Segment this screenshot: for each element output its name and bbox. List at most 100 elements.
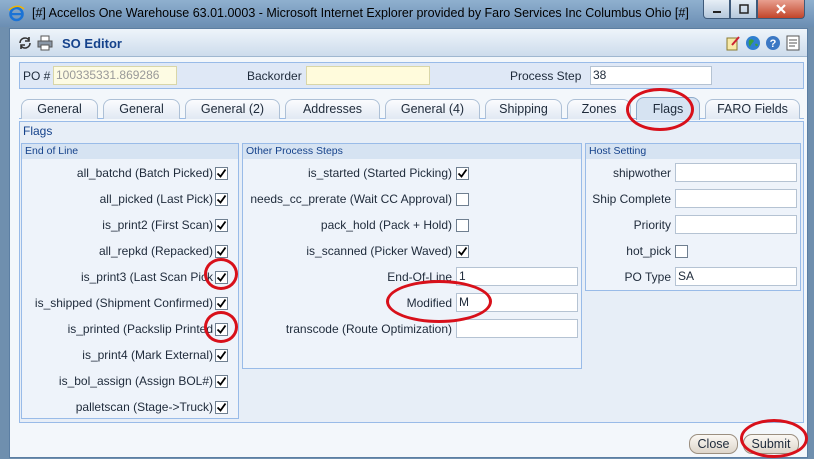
end-of-line-field[interactable]: 1: [456, 267, 578, 286]
eol-label-all-repkd: all_repkd (Repacked): [98, 244, 213, 258]
end-of-line-title: End of Line: [22, 144, 238, 159]
checkmark-icon: [216, 272, 227, 282]
checkmark-icon: [457, 246, 468, 256]
maximize-button[interactable]: [730, 0, 757, 19]
svg-text:?: ?: [770, 38, 777, 50]
document-list-icon[interactable]: [785, 35, 801, 51]
tab-general-1[interactable]: General: [21, 99, 98, 119]
tab-flags[interactable]: Flags: [636, 97, 700, 120]
checkmark-icon: [216, 168, 227, 178]
po-number-field[interactable]: 100335331.869286: [53, 66, 177, 85]
print-icon[interactable]: [37, 35, 53, 51]
flags-panel-title: Flags: [23, 124, 53, 138]
eol-checkbox-all-repkd[interactable]: [215, 245, 228, 258]
tab-bar: General General General (2) Addresses Ge…: [19, 91, 804, 120]
submit-button[interactable]: Submit: [743, 434, 799, 454]
checkmark-icon: [216, 298, 227, 308]
eol-label-is-printed: is_printed (Packslip Printed: [67, 322, 213, 336]
refresh-icon[interactable]: [17, 35, 33, 51]
ops-label-pack-hold: pack_hold (Pack + Hold): [320, 218, 452, 232]
eol-checkbox-all-batchd[interactable]: [215, 167, 228, 180]
tab-addresses[interactable]: Addresses: [285, 99, 380, 119]
eol-label-palletscan: palletscan (Stage->Truck): [75, 400, 213, 414]
checkmark-icon: [216, 220, 227, 230]
ops-checkbox-is-scanned[interactable]: [456, 245, 469, 258]
help-icon[interactable]: ?: [765, 35, 781, 51]
ops-checkbox-pack-hold[interactable]: [456, 219, 469, 232]
edit-notes-icon[interactable]: [725, 35, 741, 51]
close-window-button[interactable]: [757, 0, 805, 19]
eol-label-is-print4: is_print4 (Mark External): [82, 348, 213, 362]
shipwother-field[interactable]: [675, 163, 797, 182]
eol-label-all-picked: all_picked (Last Pick): [99, 192, 213, 206]
po-type-field[interactable]: SA: [675, 267, 797, 286]
shipwother-label: shipwother: [612, 166, 671, 180]
po-number-label: PO #: [23, 69, 51, 83]
end-of-line-fieldset: End of Line all_batchd (Batch Picked) al…: [21, 143, 239, 419]
eol-checkbox-is-shipped[interactable]: [215, 297, 228, 310]
process-step-label: Process Step: [510, 69, 582, 83]
eol-checkbox-is-print3[interactable]: [215, 271, 228, 284]
hot-pick-checkbox[interactable]: [675, 245, 688, 258]
ops-label-transcode: transcode (Route Optimization): [285, 322, 452, 336]
tab-general-4[interactable]: General (4): [385, 99, 480, 119]
flags-panel: Flags End of Line all_batchd (Batch Pick…: [19, 121, 804, 423]
eol-checkbox-is-printed[interactable]: [215, 323, 228, 336]
minimize-icon: [712, 11, 721, 13]
ops-label-is-scanned: is_scanned (Picker Waved): [306, 244, 452, 258]
internet-explorer-icon: [8, 5, 25, 22]
order-header-row: PO # 100335331.869286 Backorder Process …: [19, 62, 804, 89]
checkmark-icon: [216, 376, 227, 386]
dialog-title: SO Editor: [62, 36, 122, 51]
ops-checkbox-needs-cc-prerate[interactable]: [456, 193, 469, 206]
checkmark-icon: [216, 246, 227, 256]
checkmark-icon: [457, 168, 468, 178]
tab-shipping[interactable]: Shipping: [485, 99, 562, 119]
dialog-header: SO Editor ?: [10, 29, 807, 57]
browser-window-title: [#] Accellos One Warehouse 63.01.0003 - …: [32, 6, 689, 20]
close-icon: [776, 4, 786, 14]
modified-field[interactable]: M: [456, 293, 578, 312]
tab-zones[interactable]: Zones: [567, 99, 631, 119]
backorder-label: Backorder: [247, 69, 302, 83]
eol-label-is-print2: is_print2 (First Scan): [102, 218, 213, 232]
other-process-steps-title: Other Process Steps: [243, 144, 581, 159]
browser-title-bar: [#] Accellos One Warehouse 63.01.0003 - …: [0, 0, 814, 27]
tab-general-3[interactable]: General (2): [185, 99, 280, 119]
checkmark-icon: [216, 402, 227, 412]
ops-label-is-started: is_started (Started Picking): [307, 166, 452, 180]
restore-icon: [738, 4, 749, 14]
host-setting-fieldset: Host Setting shipwother Ship Complete Pr…: [585, 143, 801, 291]
tab-faro-fields[interactable]: FARO Fields: [705, 99, 800, 119]
priority-field[interactable]: [675, 215, 797, 234]
eol-checkbox-palletscan[interactable]: [215, 401, 228, 414]
globe-icon[interactable]: [745, 35, 761, 51]
eol-label-all-batchd: all_batchd (Batch Picked): [76, 166, 213, 180]
checkmark-icon: [216, 324, 227, 334]
host-setting-title: Host Setting: [586, 144, 800, 159]
eol-label-is-print3: is_print3 (Last Scan Pick: [80, 270, 213, 284]
eol-label-is-bol-assign: is_bol_assign (Assign BOL#): [58, 374, 213, 388]
ops-label-end-of-line: End-Of-Line: [387, 270, 452, 284]
eol-checkbox-is-print4[interactable]: [215, 349, 228, 362]
other-process-steps-fieldset: Other Process Steps is_started (Started …: [242, 143, 582, 369]
ship-complete-label: Ship Complete: [592, 192, 671, 206]
eol-label-is-shipped: is_shipped (Shipment Confirmed): [34, 296, 213, 310]
hot-pick-label: hot_pick: [626, 244, 671, 258]
backorder-field[interactable]: [306, 66, 430, 85]
so-editor-dialog: SO Editor ? PO # 100335331.869286 Backor…: [9, 28, 808, 458]
checkmark-icon: [216, 350, 227, 360]
transcode-field[interactable]: [456, 319, 578, 338]
minimize-button[interactable]: [703, 0, 730, 19]
eol-checkbox-is-bol-assign[interactable]: [215, 375, 228, 388]
eol-checkbox-all-picked[interactable]: [215, 193, 228, 206]
close-button[interactable]: Close: [689, 434, 738, 454]
ops-checkbox-is-started[interactable]: [456, 167, 469, 180]
ship-complete-field[interactable]: [675, 189, 797, 208]
checkmark-icon: [216, 194, 227, 204]
priority-label: Priority: [633, 218, 671, 232]
process-step-field[interactable]: 38: [590, 66, 712, 85]
po-type-label: PO Type: [624, 270, 671, 284]
tab-general-2[interactable]: General: [103, 99, 180, 119]
eol-checkbox-is-print2[interactable]: [215, 219, 228, 232]
